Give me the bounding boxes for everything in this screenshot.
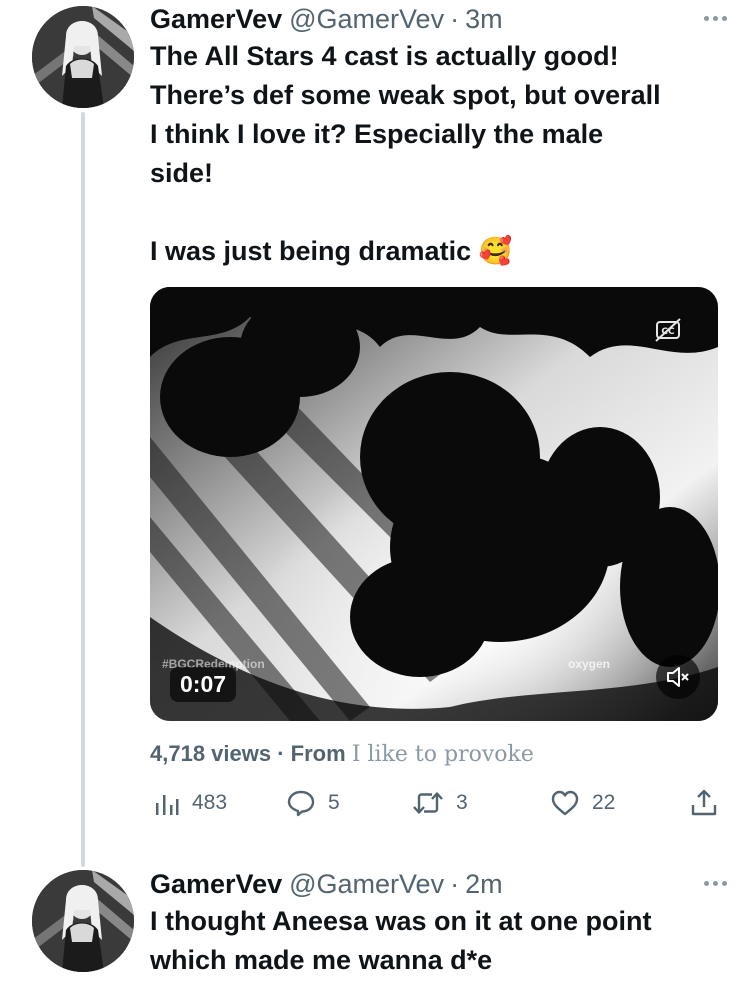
thread-line <box>81 112 85 867</box>
reply-count: 5 <box>328 791 340 814</box>
tweet: GamerVev @GamerVev · 3m The All Stars 4 … <box>150 2 732 271</box>
tweet-header: GamerVev @GamerVev · 3m <box>150 2 732 36</box>
from-label: · From <box>277 741 346 766</box>
like-button[interactable]: 22 <box>550 786 615 820</box>
action-bar: 483 5 3 22 <box>150 786 724 820</box>
tweet-text: I thought Aneesa was on it at one point … <box>150 906 652 975</box>
source-link[interactable]: I like to provoke <box>352 742 534 767</box>
share-button[interactable] <box>690 786 718 820</box>
views-count: 4,718 views <box>150 741 272 766</box>
tweet-time[interactable]: 2m <box>465 867 503 901</box>
tweet-meta: 4,718 views · From I like to provoke <box>150 739 534 770</box>
reply-button[interactable]: 5 <box>286 786 340 820</box>
analytics-button[interactable]: 483 <box>154 786 227 820</box>
video-frame <box>150 287 718 721</box>
tweet-time[interactable]: 3m <box>465 2 503 36</box>
tweet: GamerVev @GamerVev · 2m I thought Aneesa… <box>150 867 732 980</box>
avatar[interactable] <box>32 6 134 108</box>
more-icon[interactable] <box>698 875 732 891</box>
video-player[interactable]: CC #BGCRedemption oxygen 0:07 <box>150 287 718 721</box>
separator-dot: · <box>450 4 460 34</box>
avatar[interactable] <box>32 870 134 972</box>
more-icon[interactable] <box>698 10 732 26</box>
like-count: 22 <box>592 791 616 814</box>
retweet-icon <box>413 792 443 814</box>
display-name[interactable]: GamerVev <box>150 2 282 36</box>
reply-icon <box>287 790 315 817</box>
analytics-count: 483 <box>192 791 228 814</box>
user-handle[interactable]: @GamerVev <box>289 867 444 901</box>
video-watermark-network: oxygen <box>568 657 611 671</box>
retweet-button[interactable]: 3 <box>412 786 468 820</box>
retweet-count: 3 <box>456 791 468 814</box>
like-icon <box>551 790 579 816</box>
video-duration: 0:07 <box>170 667 237 702</box>
display-name[interactable]: GamerVev <box>150 867 282 901</box>
cc-icon[interactable]: CC <box>653 315 683 345</box>
tweet-header: GamerVev @GamerVev · 2m <box>150 867 732 901</box>
mute-icon[interactable] <box>656 655 700 699</box>
user-handle[interactable]: @GamerVev <box>289 2 444 36</box>
analytics-icon <box>156 795 179 815</box>
separator-dot: · <box>450 869 460 899</box>
share-icon <box>691 789 717 816</box>
tweet-text: The All Stars 4 cast is actually good! T… <box>150 41 661 266</box>
